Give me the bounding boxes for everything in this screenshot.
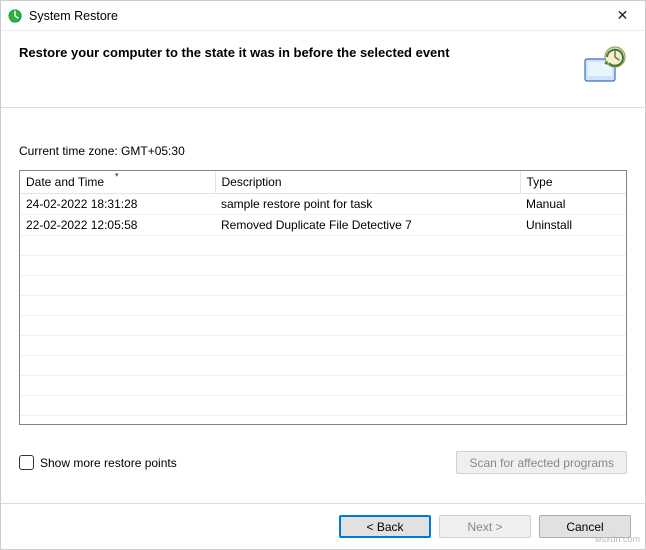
table-row [20,275,626,295]
checkbox-icon [19,455,34,470]
table-row [20,315,626,335]
table-header-row: Date and Time ▾ Description Type [20,171,626,193]
titlebar: System Restore ✕ [1,1,645,31]
cell-desc: sample restore point for task [215,193,520,214]
timezone-label: Current time zone: GMT+05:30 [19,144,627,158]
content-area: Current time zone: GMT+05:30 Date and Ti… [1,108,645,503]
system-restore-icon [7,8,23,24]
cell-type: Uninstall [520,214,626,235]
close-icon: ✕ [617,7,629,24]
column-date[interactable]: Date and Time ▾ [20,171,215,193]
table-row [20,255,626,275]
next-button: Next > [439,515,531,538]
below-table-row: Show more restore points Scan for affect… [19,451,627,474]
table-row [20,235,626,255]
restore-clock-icon [583,45,627,85]
wizard-header: Restore your computer to the state it wa… [1,31,645,107]
column-description[interactable]: Description [215,171,520,193]
cell-desc: Removed Duplicate File Detective 7 [215,214,520,235]
scan-affected-button: Scan for affected programs [456,451,627,474]
checkbox-label: Show more restore points [40,456,177,470]
cell-date: 24-02-2022 18:31:28 [20,193,215,214]
close-button[interactable]: ✕ [600,1,645,31]
table-row [20,375,626,395]
sort-indicator-icon: ▾ [115,171,119,179]
table-row [20,395,626,415]
column-type[interactable]: Type [520,171,626,193]
table-row [20,355,626,375]
table-row[interactable]: 24-02-2022 18:31:28 sample restore point… [20,193,626,214]
system-restore-window: System Restore ✕ Restore your computer t… [0,0,646,550]
page-heading: Restore your computer to the state it wa… [19,45,450,60]
table-row [20,335,626,355]
cell-type: Manual [520,193,626,214]
table-row [20,295,626,315]
table-row[interactable]: 22-02-2022 12:05:58 Removed Duplicate Fi… [20,214,626,235]
back-button[interactable]: < Back [339,515,431,538]
window-title: System Restore [29,9,600,23]
watermark: wsxdn.com [595,534,640,544]
show-more-checkbox[interactable]: Show more restore points [19,455,177,470]
restore-points-table[interactable]: Date and Time ▾ Description Type 24-02-2… [19,170,627,425]
cell-date: 22-02-2022 12:05:58 [20,214,215,235]
wizard-footer: < Back Next > Cancel [1,503,645,549]
